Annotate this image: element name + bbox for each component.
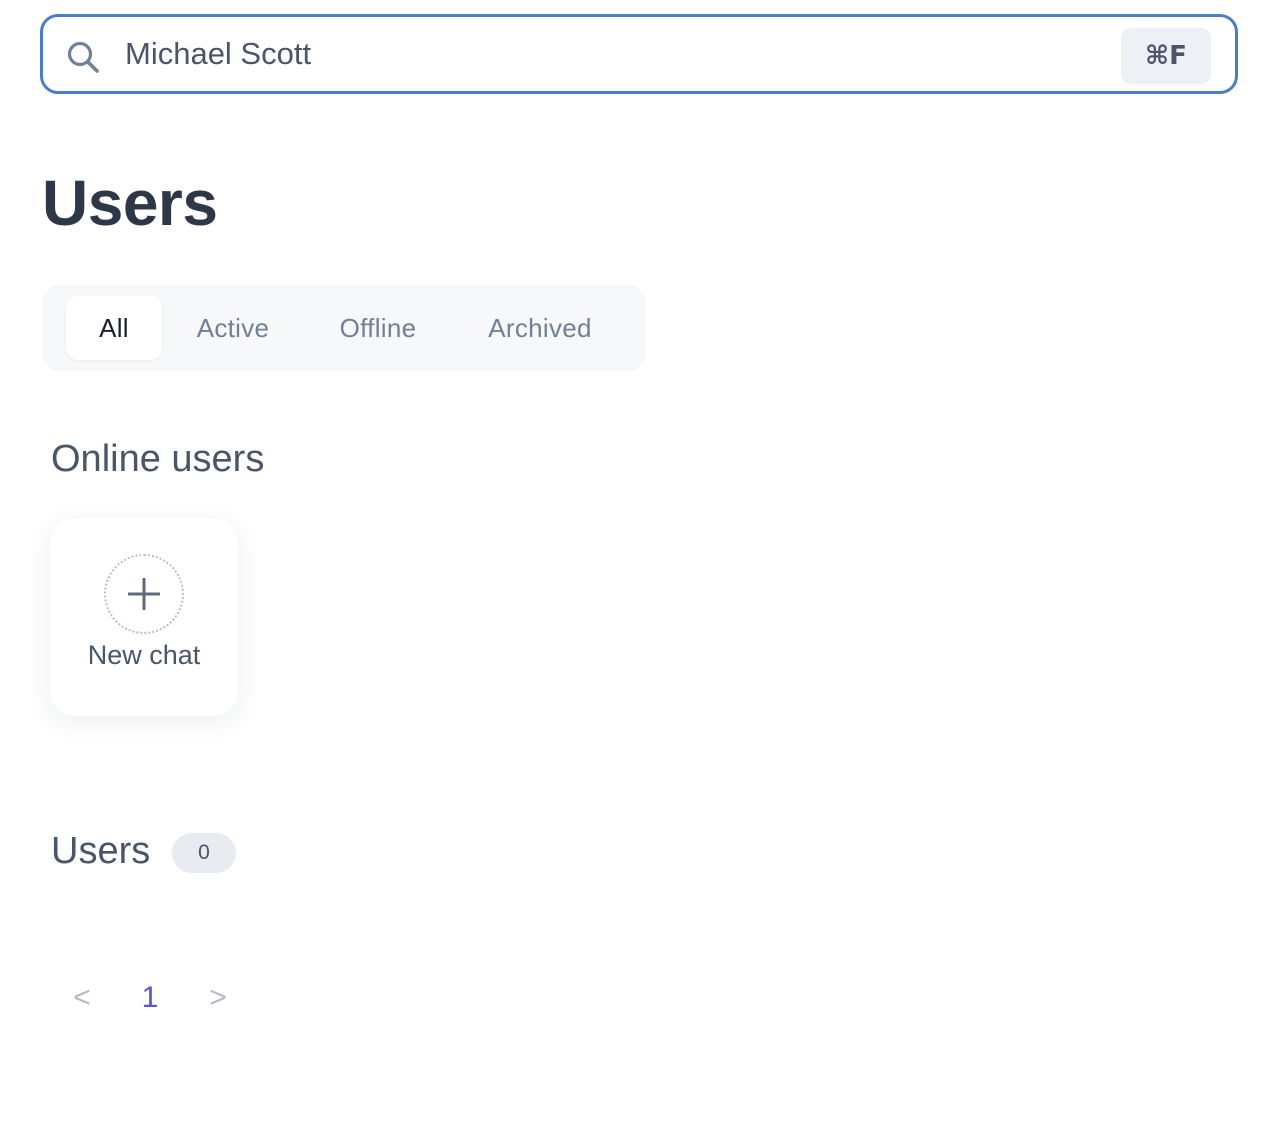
search-shortcut-badge: ⌘F bbox=[1121, 28, 1211, 84]
next-page-button[interactable]: > bbox=[198, 978, 238, 1018]
tab-active[interactable]: Active bbox=[178, 296, 288, 360]
search-bar[interactable]: ⌘F bbox=[40, 14, 1238, 94]
search-icon bbox=[67, 41, 99, 73]
tab-offline[interactable]: Offline bbox=[318, 296, 438, 360]
search-input[interactable] bbox=[125, 31, 1105, 77]
tab-all[interactable]: All bbox=[66, 296, 162, 360]
page-title: Users bbox=[42, 167, 218, 239]
filter-tabs: All Active Offline Archived bbox=[42, 285, 646, 371]
new-chat-button[interactable] bbox=[104, 554, 184, 634]
online-users-heading: Online users bbox=[51, 438, 265, 480]
users-heading: Users bbox=[51, 830, 151, 872]
users-count-badge: 0 bbox=[172, 833, 236, 873]
tab-archived[interactable]: Archived bbox=[468, 296, 612, 360]
page-1-button[interactable]: 1 bbox=[130, 978, 170, 1018]
plus-icon bbox=[128, 578, 160, 610]
new-chat-card[interactable]: New chat bbox=[50, 518, 238, 716]
previous-page-button[interactable]: < bbox=[62, 978, 102, 1018]
new-chat-label: New chat bbox=[87, 640, 201, 670]
